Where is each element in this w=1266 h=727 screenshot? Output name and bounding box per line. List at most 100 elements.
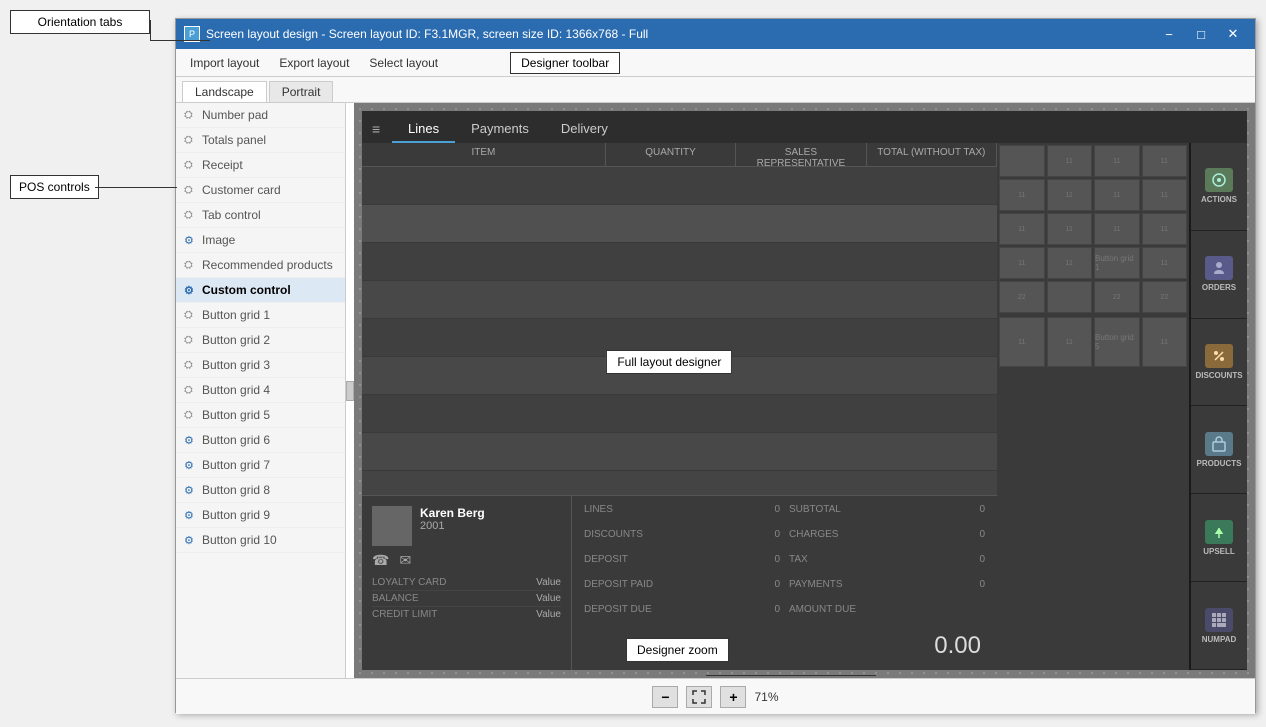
orientation-tabs-annotation: Orientation tabs (10, 10, 150, 34)
grid-cell: 22 (999, 281, 1045, 313)
gear-icon: ⛭ (184, 359, 196, 371)
grid-cell: 11 (1047, 145, 1093, 177)
deposit-paid-total: DEPOSIT PAID0 (580, 577, 784, 601)
customer-name: Karen Berg (420, 506, 485, 520)
numpad-label: NUMPAD (1202, 635, 1237, 644)
grid-cell-button-grid: Button grid 1 (1094, 247, 1140, 279)
close-button[interactable]: ✕ (1219, 23, 1247, 45)
preview-tab-payments[interactable]: Payments (455, 116, 545, 143)
control-item-recommended-products[interactable]: ⛭Recommended products (176, 253, 345, 278)
bottom-toolbar: Designer zoom − + 71% (176, 678, 1255, 714)
discounts-total: DISCOUNTS0 (580, 527, 784, 551)
actions-button[interactable]: ACTIONS (1191, 143, 1247, 231)
control-item-totals-panel[interactable]: ⛭Totals panel (176, 128, 345, 153)
layout-preview: ≡ Lines Payments Delivery ITEM (362, 111, 1247, 670)
control-item-tab-control[interactable]: ⛭Tab control (176, 203, 345, 228)
select-layout-menu[interactable]: Select layout (361, 53, 446, 73)
control-item-customer-card[interactable]: ⛭Customer card (176, 178, 345, 203)
gear-icon: ⛭ (184, 109, 196, 121)
gear-icon: ⚙ (184, 534, 196, 546)
preview-tab-delivery[interactable]: Delivery (545, 116, 624, 143)
numpad-button[interactable]: NUMPAD (1191, 582, 1247, 670)
control-label: Image (202, 233, 235, 247)
right-grid-area: 11 11 11 11 11 11 11 11 (997, 143, 1189, 670)
maximize-button[interactable]: □ (1187, 23, 1215, 45)
designer-area: ≡ Lines Payments Delivery ITEM (354, 103, 1255, 678)
lines-total: LINES0 (580, 502, 784, 526)
action-buttons-panel: ACTIONS ORDERS (1189, 143, 1247, 670)
control-item-button-grid-5[interactable]: ⛭Button grid 5 (176, 403, 345, 428)
export-layout-menu[interactable]: Export layout (271, 53, 357, 73)
grid-cell: 11 (999, 213, 1045, 245)
products-button[interactable]: PRODUCTS (1191, 406, 1247, 494)
landscape-tab[interactable]: Landscape (182, 81, 267, 102)
gear-icon: ⛭ (184, 159, 196, 171)
grid-cell: 11 (1142, 213, 1188, 245)
control-item-button-grid-6[interactable]: ⚙Button grid 6 (176, 428, 345, 453)
gear-icon: ⛭ (184, 409, 196, 421)
preview-tabs: ≡ Lines Payments Delivery (362, 111, 1247, 143)
payments-total: PAYMENTS0 (785, 577, 989, 601)
orders-button[interactable]: ORDERS (1191, 231, 1247, 319)
title-bar: P Screen layout design - Screen layout I… (176, 19, 1255, 49)
col-total: TOTAL (WITHOUT TAX) (867, 143, 997, 166)
control-label: Button grid 9 (202, 508, 270, 522)
minimize-button[interactable]: − (1155, 23, 1183, 45)
grid-cell-bottom: 11 (999, 317, 1045, 367)
grid-cell: 11 (1094, 179, 1140, 211)
upsell-button[interactable]: UPSELL (1191, 494, 1247, 582)
zoom-level-text: 71% (754, 690, 778, 704)
control-label: Button grid 10 (202, 533, 277, 547)
gear-icon: ⛭ (184, 309, 196, 321)
control-item-image[interactable]: ⚙ Image (176, 228, 345, 253)
gear-icon: ⚙ (184, 434, 196, 446)
control-label: Button grid 7 (202, 458, 270, 472)
control-item-button-grid-10[interactable]: ⚙ Button grid 10 (176, 528, 345, 553)
control-item-button-grid-1[interactable]: ⛭Button grid 1 (176, 303, 345, 328)
table-row (362, 243, 997, 281)
zoom-in-button[interactable]: + (720, 686, 746, 708)
annotation-line-1 (150, 40, 210, 41)
control-item-number-pad[interactable]: ⛭Number pad (176, 103, 345, 128)
control-item-button-grid-9[interactable]: ⚙ Button grid 9 (176, 503, 345, 528)
products-label: PRODUCTS (1197, 459, 1242, 468)
zoom-fit-button[interactable] (686, 686, 712, 708)
main-window: P Screen layout design - Screen layout I… (175, 18, 1256, 713)
grid-cell: 11 (1047, 213, 1093, 245)
control-item-button-grid-2[interactable]: ⛭Button grid 2 (176, 328, 345, 353)
grid-cell: 11 (1142, 179, 1188, 211)
gear-icon: ⚙ (184, 234, 196, 246)
annotation-line-2 (150, 20, 151, 40)
loyalty-card-field: LOYALTY CARDValue (372, 575, 561, 591)
gear-icon: ⚙ (184, 509, 196, 521)
import-layout-menu[interactable]: Import layout (182, 53, 267, 73)
amount-due-label: AMOUNT DUE (785, 602, 989, 626)
control-item-button-grid-7[interactable]: ⚙Button grid 7 (176, 453, 345, 478)
discounts-button[interactable]: DISCOUNTS (1191, 319, 1247, 407)
control-item-button-grid-3[interactable]: ⛭Button grid 3 (176, 353, 345, 378)
deposit-due-total: DEPOSIT DUE0 (580, 602, 784, 626)
gear-icon: ⛭ (184, 184, 196, 196)
panel-resizer[interactable] (346, 381, 354, 401)
grid-cell: 11 (1047, 247, 1093, 279)
pos-controls-line (95, 187, 177, 188)
control-label: Recommended products (202, 258, 333, 272)
control-item-receipt[interactable]: ⛭Receipt (176, 153, 345, 178)
portrait-tab[interactable]: Portrait (269, 81, 334, 102)
actions-label: ACTIONS (1201, 195, 1237, 204)
orders-label: ORDERS (1202, 283, 1236, 292)
preview-tab-lines[interactable]: Lines (392, 116, 455, 143)
control-item-button-grid-4[interactable]: ⛭Button grid 4 (176, 378, 345, 403)
col-item: ITEM (362, 143, 606, 166)
control-item-button-grid-8[interactable]: ⚙Button grid 8 (176, 478, 345, 503)
control-label: Custom control (202, 283, 291, 297)
gear-icon: ⛭ (184, 384, 196, 396)
zoom-out-button[interactable]: − (652, 686, 678, 708)
phone-icon: ☎ (372, 552, 389, 569)
grid-cell-bottom: 11 (1142, 317, 1188, 367)
charges-total: CHARGES0 (785, 527, 989, 551)
control-label: Tab control (202, 208, 261, 222)
gear-icon: ⚙ (184, 284, 196, 296)
control-item-custom-control[interactable]: ⚙ Custom control (176, 278, 345, 303)
grid-cell: 11 (999, 247, 1045, 279)
